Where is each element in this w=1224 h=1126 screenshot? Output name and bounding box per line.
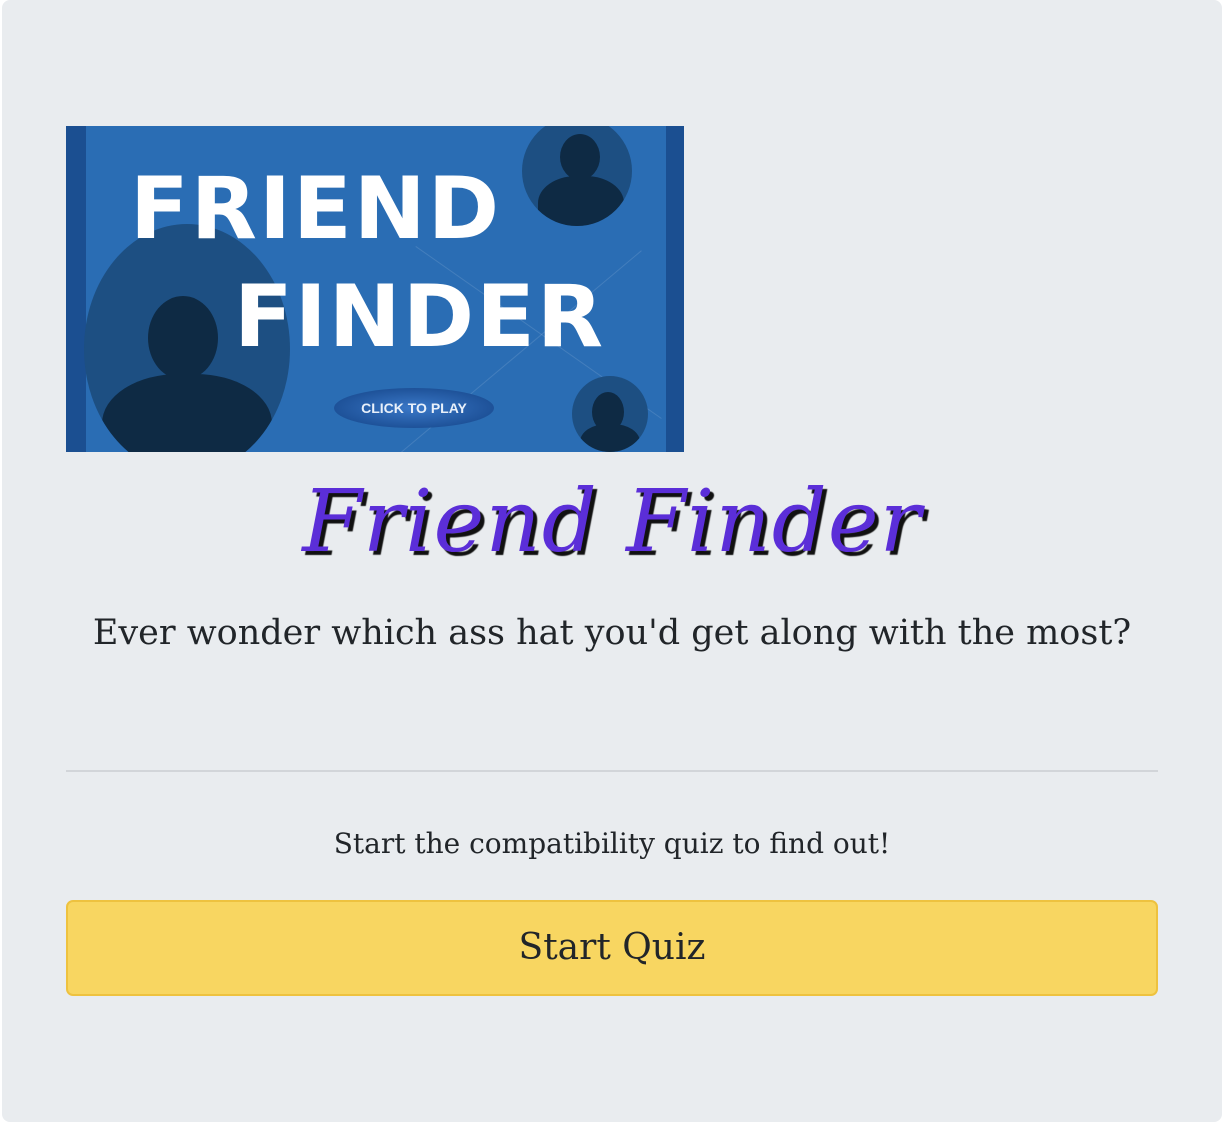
divider bbox=[66, 770, 1158, 772]
banner-silhouette-circle bbox=[522, 126, 632, 226]
quiz-prompt: Start the compatibility quiz to find out… bbox=[333, 827, 891, 860]
lead-text: Ever wonder which ass hat you'd get alon… bbox=[92, 613, 1132, 653]
page-title: Friend Finder bbox=[302, 472, 922, 572]
banner-word-friend: FRIEND bbox=[130, 159, 502, 259]
banner-word-finder: FINDER bbox=[234, 267, 606, 367]
click-to-play-badge: CLICK TO PLAY bbox=[334, 388, 494, 428]
banner-silhouette-circle bbox=[572, 376, 648, 452]
start-quiz-button[interactable]: Start Quiz bbox=[66, 900, 1158, 996]
banner-edge-right bbox=[666, 126, 684, 452]
banner-edge-left bbox=[66, 126, 86, 452]
friend-finder-banner-image[interactable]: FRIEND FINDER CLICK TO PLAY bbox=[66, 126, 684, 452]
